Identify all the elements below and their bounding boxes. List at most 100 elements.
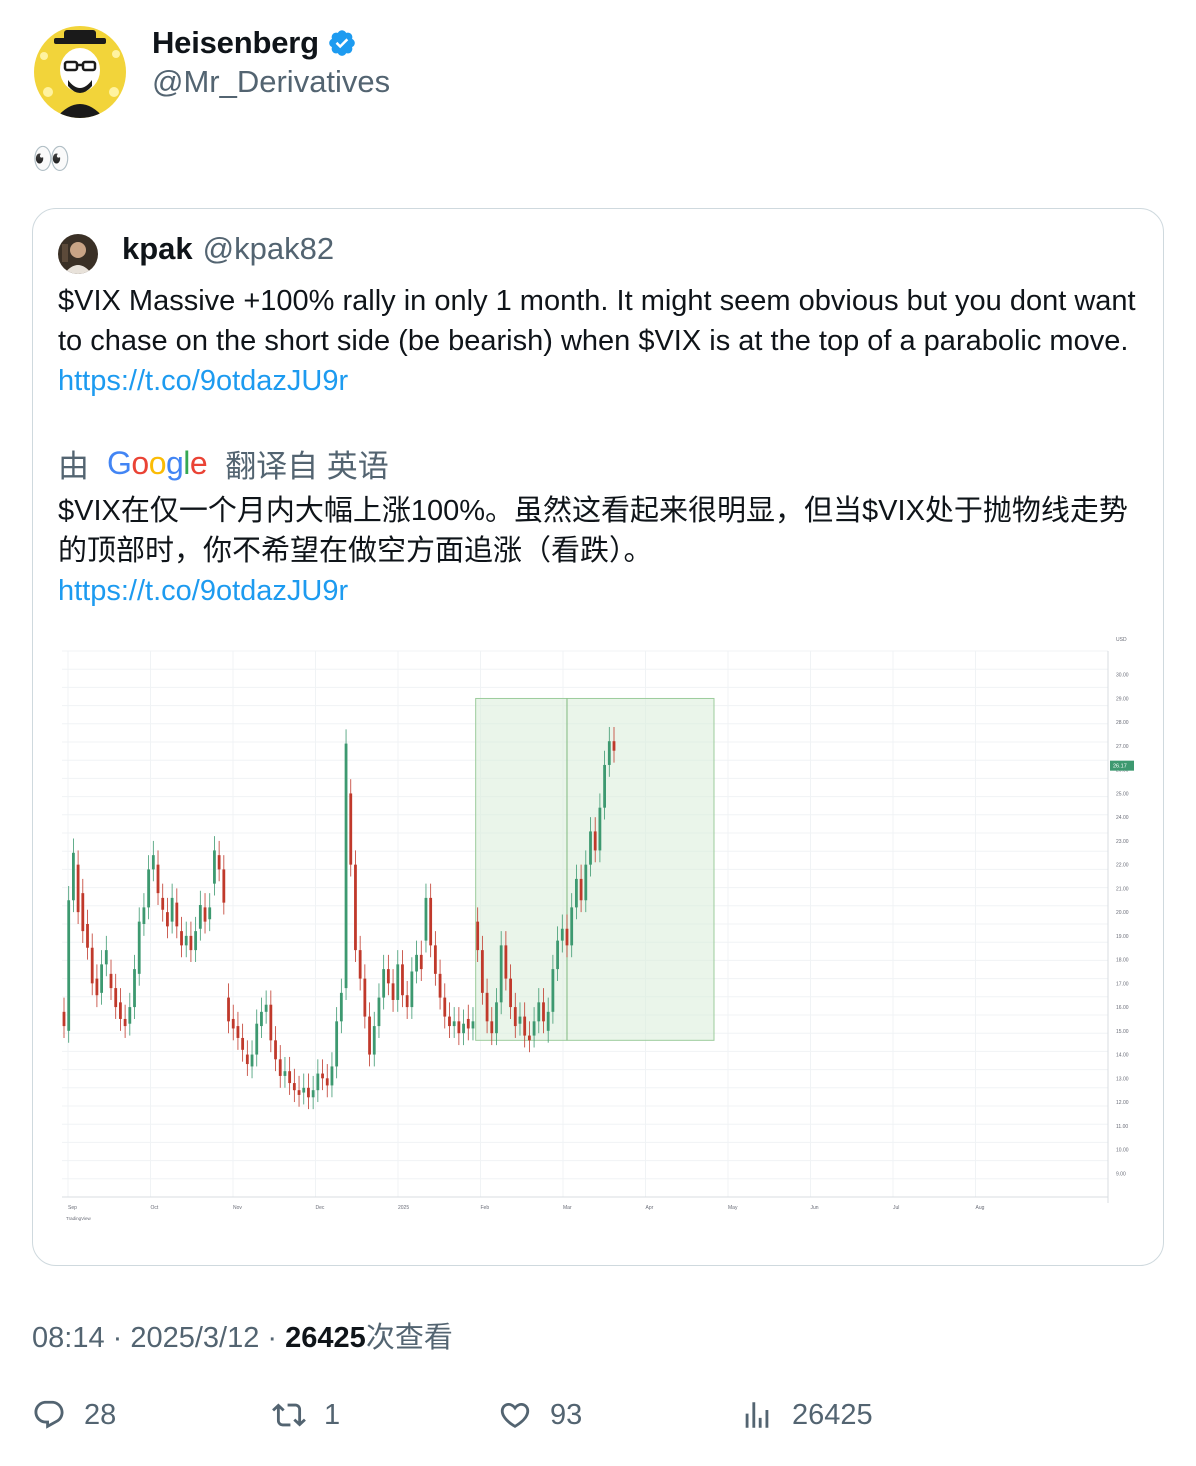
y-tick-label: 13.00 <box>1116 1076 1129 1082</box>
y-tick-label: 14.00 <box>1116 1053 1129 1059</box>
y-tick-label: 22.00 <box>1116 863 1129 869</box>
quote-link[interactable]: https://t.co/9otdazJU9r <box>58 365 348 397</box>
y-tick-label: 19.00 <box>1116 934 1129 940</box>
candle <box>203 907 207 922</box>
y-tick-label: 27.00 <box>1116 744 1129 750</box>
quote-avatar-icon[interactable] <box>58 234 98 274</box>
candle <box>137 921 141 974</box>
candle <box>217 855 221 870</box>
candle <box>231 1018 235 1029</box>
action-bar: 28 1 93 26425 <box>32 1398 1164 1444</box>
candle <box>495 1002 498 1034</box>
translate-suffix[interactable]: 翻译自 英语 <box>225 441 389 486</box>
candle <box>433 945 437 974</box>
tweet-time[interactable]: 08:14 <box>32 1322 105 1354</box>
reply-count: 28 <box>84 1398 117 1431</box>
candle <box>255 1023 259 1055</box>
x-tick-label: Jun <box>811 1205 819 1211</box>
candle <box>457 1021 461 1034</box>
y-tick-label: USD <box>1116 637 1127 643</box>
candle <box>264 1004 268 1012</box>
retweet-button[interactable]: 1 <box>272 1398 340 1432</box>
candle <box>62 1011 66 1027</box>
candle <box>448 1016 451 1027</box>
y-tick-label: 28.00 <box>1116 720 1129 726</box>
candle <box>612 741 616 751</box>
candle <box>429 897 433 946</box>
candle <box>471 1021 475 1029</box>
candle <box>368 1016 371 1055</box>
like-count: 93 <box>550 1398 583 1431</box>
candle <box>283 1071 287 1076</box>
candle <box>509 978 512 1008</box>
y-tick-label: 23.00 <box>1116 839 1129 845</box>
candle <box>358 950 362 979</box>
x-tick-label: Dec <box>316 1205 325 1211</box>
candle <box>260 1011 263 1027</box>
candle <box>100 964 104 993</box>
candle <box>222 869 226 903</box>
quote-text: $VIX Massive +100% rally in only 1 month… <box>58 281 1148 401</box>
candle <box>86 924 89 948</box>
retweet-icon <box>272 1403 306 1427</box>
x-tick-label: Feb <box>481 1205 490 1211</box>
candle <box>570 907 574 946</box>
quote-display-name[interactable]: kpak <box>122 231 193 267</box>
candle <box>250 1054 254 1067</box>
candle <box>438 973 442 998</box>
candle <box>349 793 353 865</box>
views-button[interactable]: 26425 <box>740 1398 873 1432</box>
y-tick-label: 10.00 <box>1116 1148 1129 1154</box>
y-axis: USD30.0029.0028.0027.0026.0025.0024.0023… <box>1110 637 1134 1177</box>
y-tick-label: 9.00 <box>1116 1171 1126 1177</box>
quote-handle[interactable]: @kpak82 <box>203 231 334 267</box>
candle <box>391 983 395 1000</box>
candle <box>518 1016 522 1024</box>
translation-attribution: 由 Google 翻译自 英语 <box>58 441 389 486</box>
candle <box>123 1018 127 1027</box>
retweet-count: 1 <box>324 1398 341 1431</box>
y-tick-label: 15.00 <box>1116 1029 1129 1035</box>
candle <box>119 1002 122 1019</box>
candle <box>325 1078 329 1086</box>
heisenberg-avatar-icon[interactable] <box>34 26 126 118</box>
reply-button[interactable]: 28 <box>32 1398 116 1432</box>
candle <box>532 1021 536 1036</box>
tweet-date[interactable]: 2025/3/12 <box>130 1322 259 1354</box>
last-price-label: 26.17 <box>1113 764 1127 770</box>
y-tick-label: 20.00 <box>1116 910 1129 916</box>
candle <box>109 973 113 989</box>
like-button[interactable]: 93 <box>498 1398 582 1432</box>
x-tick-label: 2025 <box>398 1205 409 1211</box>
google-logo: Google <box>107 445 208 481</box>
x-tick-label: May <box>728 1205 738 1211</box>
candle <box>443 997 447 1017</box>
candle <box>175 902 179 927</box>
candle <box>142 907 146 924</box>
candle <box>419 954 423 970</box>
candle <box>269 1004 273 1041</box>
candle <box>537 1002 541 1022</box>
candle <box>396 964 400 1000</box>
candle <box>377 997 381 1027</box>
y-tick-label: 24.00 <box>1116 815 1129 821</box>
candle <box>579 878 583 901</box>
candle <box>607 741 611 765</box>
quote-text-body: $VIX Massive +100% rally in only 1 month… <box>58 285 1136 357</box>
translate-prefix: 由 <box>58 449 89 484</box>
chart-image[interactable]: USD 30.00 29.00 28.00 27.00 26.00 25.00 24.00 23… <box>58 631 1142 1223</box>
y-tick-label: 17.00 <box>1116 981 1129 987</box>
candle <box>194 931 198 951</box>
author-handle[interactable]: @Mr_Derivatives <box>152 64 390 100</box>
candle <box>302 1087 306 1093</box>
x-tick-label: Nov <box>233 1205 242 1211</box>
author-display-name[interactable]: Heisenberg <box>152 25 319 61</box>
candle <box>415 954 418 972</box>
y-tick-label: 30.00 <box>1116 673 1129 679</box>
candle <box>504 945 508 979</box>
translated-link[interactable]: https://t.co/9otdazJU9r <box>58 575 348 607</box>
x-tick-label: Sep <box>68 1205 77 1211</box>
quoted-tweet[interactable]: kpak @kpak82 $VIX Massive +100% rally in… <box>32 208 1164 1266</box>
y-tick-label: 25.00 <box>1116 791 1129 797</box>
candle <box>330 1066 334 1086</box>
